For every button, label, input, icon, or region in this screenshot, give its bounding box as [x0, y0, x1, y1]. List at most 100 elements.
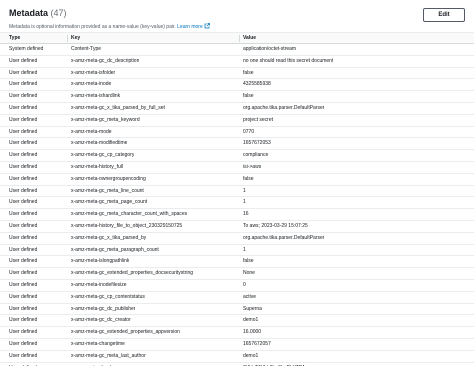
column-divider[interactable] — [239, 35, 240, 42]
cell-type: User defined — [9, 363, 37, 366]
table-row: User defined x-amz-meta-gc_dc_creator demo… — [0, 315, 474, 328]
cell-type: User defined — [9, 246, 38, 253]
table-body: System defined Content-Type application/oc… — [0, 44, 474, 366]
cell-key: x-amz-meta-gc_meta_character_count_with_… — [71, 211, 188, 218]
cell-value: 8VVuT6Vhb8bu0LgRLYTPA== — [243, 363, 311, 366]
table-row: User defined x-amz-meta-gc_x_tika_parsed_… — [0, 233, 474, 245]
external-link-icon — [204, 23, 210, 29]
learn-more-label: Learn more — [177, 24, 203, 30]
table-row: User defined x-amz-meta-gc_meta_last_auth… — [0, 351, 474, 363]
column-divider[interactable] — [67, 35, 68, 42]
table-row: User defined x-amz-meta-checksum 8VVuT6Vhb… — [0, 363, 474, 366]
table-row: User defined x-amz-meta-gc_dc_publisher Su… — [0, 304, 474, 316]
cell-value: 4325585938 — [243, 81, 271, 88]
cell-type: User defined — [9, 270, 38, 277]
cell-value: no one should read this secret document — [243, 57, 334, 64]
table-row: User defined x-amz-meta-modifiedtime 16576… — [0, 138, 474, 151]
cell-value: project secret — [243, 116, 274, 123]
cell-value: application/octet-stream — [243, 46, 297, 52]
cell-type: User defined — [9, 293, 38, 300]
table-row: User defined x-amz-meta-gc_cp_contentstat… — [0, 292, 474, 304]
cell-value: To aws; 2023-03-29 15:07:25 — [243, 222, 308, 229]
table-row: User defined x-amz-meta-gc_extended_prope… — [0, 268, 474, 280]
cell-type: User defined — [9, 140, 38, 147]
cell-value: 0770 — [243, 128, 255, 135]
cell-type: User defined — [9, 116, 38, 123]
cell-key: x-amz-meta-gc_meta_keyword — [71, 116, 140, 123]
cell-type: User defined — [9, 104, 38, 111]
table-row: User defined x-amz-meta-isfolder false — [0, 68, 474, 80]
table-header: Type Key Value — [0, 32, 474, 44]
cell-type: User defined — [9, 305, 38, 312]
cell-key: x-amz-meta-gc_extended_properties_docsec… — [71, 270, 194, 277]
table-row: User defined x-amz-meta-history_file_to_o… — [0, 221, 474, 233]
cell-value: 16 — [243, 211, 249, 218]
cell-type: User defined — [9, 199, 38, 206]
cell-value: false — [243, 93, 254, 100]
cell-key: Content-Type — [71, 46, 102, 52]
cell-key: x-amz-meta-inodefilesize — [71, 281, 127, 288]
cell-key: x-amz-meta-gc_meta_line_count — [71, 187, 144, 194]
cell-type: User defined — [9, 258, 38, 265]
table-row: System defined Content-Type application/oc… — [0, 44, 474, 56]
cell-type: User defined — [9, 128, 38, 135]
cell-value: demo1 — [243, 317, 259, 324]
metadata-panel: Metadata (47) Metadata is optional infor… — [0, 0, 474, 366]
cell-key: x-amz-meta-gc_dc_creator — [71, 317, 131, 324]
cell-type: User defined — [9, 352, 38, 359]
cell-key: x-amz-meta-gc_cp_category — [71, 152, 135, 159]
cell-key: x-amz-meta-history_file_to_object_230329… — [71, 222, 183, 229]
cell-key: x-amz-meta-gc_meta_page_count — [71, 199, 148, 206]
cell-value: compliance — [243, 152, 269, 159]
table-row: User defined x-amz-meta-islongpathlink fal… — [0, 256, 474, 269]
cell-type: System defined — [9, 46, 44, 52]
cell-key: x-amz-meta-gc_dc_description — [71, 57, 140, 64]
cell-type: User defined — [9, 211, 38, 218]
table-row: User defined x-amz-meta-history_full isi->… — [0, 162, 474, 174]
column-header-type[interactable]: Type — [9, 33, 20, 43]
cell-value: false — [243, 175, 254, 182]
cell-value: demo1 — [243, 352, 259, 359]
column-header-key[interactable]: Key — [71, 33, 80, 43]
cell-type: User defined — [9, 57, 38, 64]
cell-type: User defined — [9, 234, 38, 241]
table-row: User defined x-amz-meta-gc_cp_category com… — [0, 150, 474, 162]
cell-type: User defined — [9, 340, 38, 347]
table-row: User defined x-amz-meta-gc_x_tika_parsed_… — [0, 103, 474, 115]
cell-type: User defined — [9, 281, 38, 288]
cell-type: User defined — [9, 317, 38, 324]
cell-key: x-amz-meta-islongpathlink — [71, 258, 130, 265]
cell-value: 16.0000 — [243, 329, 262, 336]
cell-key: x-amz-meta-gc_x_tika_parsed_by — [71, 234, 147, 241]
learn-more-link[interactable]: Learn more — [177, 23, 210, 30]
cell-value: Superna — [243, 305, 262, 312]
metadata-table: Type Key Value System defined Content-Typ… — [0, 32, 474, 366]
cell-key: x-amz-meta-gc_cp_contentstatus — [71, 293, 145, 300]
cell-value: 1 — [243, 199, 246, 206]
table-row: User defined x-amz-meta-gc_meta_line_coun… — [0, 186, 474, 198]
cell-type: User defined — [9, 152, 38, 159]
cell-key: x-amz-meta-isfolder — [71, 69, 116, 76]
metadata-description: Metadata is optional information provide… — [9, 23, 210, 31]
edit-button[interactable]: Edit — [423, 8, 465, 22]
metadata-count: (47) — [50, 8, 67, 18]
cell-value: org.apache.tika.parser.DefaultParser — [243, 234, 325, 241]
cell-key: x-amz-meta-gc_x_tika_parsed_by_full_set — [71, 104, 165, 111]
cell-key: x-amz-meta-ownergroupencoding — [71, 175, 146, 182]
table-row: User defined x-amz-meta-gc_meta_character… — [0, 209, 474, 221]
cell-value: false — [243, 69, 254, 76]
cell-value: 1 — [243, 187, 246, 194]
cell-key: x-amz-meta-gc_dc_publisher — [71, 305, 136, 312]
cell-type: User defined — [9, 93, 38, 100]
page-title: Metadata (47) — [9, 8, 67, 19]
table-row: User defined x-amz-meta-gc_extended_prope… — [0, 327, 474, 339]
cell-type: User defined — [9, 175, 38, 182]
table-row: User defined x-amz-meta-gc_meta_paragraph… — [0, 245, 474, 257]
table-row: User defined x-amz-meta-ownergroupencodin… — [0, 174, 474, 186]
cell-key: x-amz-meta-changetime — [71, 340, 125, 347]
table-row: User defined x-amz-meta-inode 4325585938 — [0, 79, 474, 92]
cell-key: x-amz-meta-inode — [71, 81, 112, 88]
table-row: User defined x-amz-meta-gc_dc_description… — [0, 56, 474, 68]
column-header-value[interactable]: Value — [243, 33, 256, 43]
cell-key: x-amz-meta-gc_meta_last_author — [71, 352, 146, 359]
